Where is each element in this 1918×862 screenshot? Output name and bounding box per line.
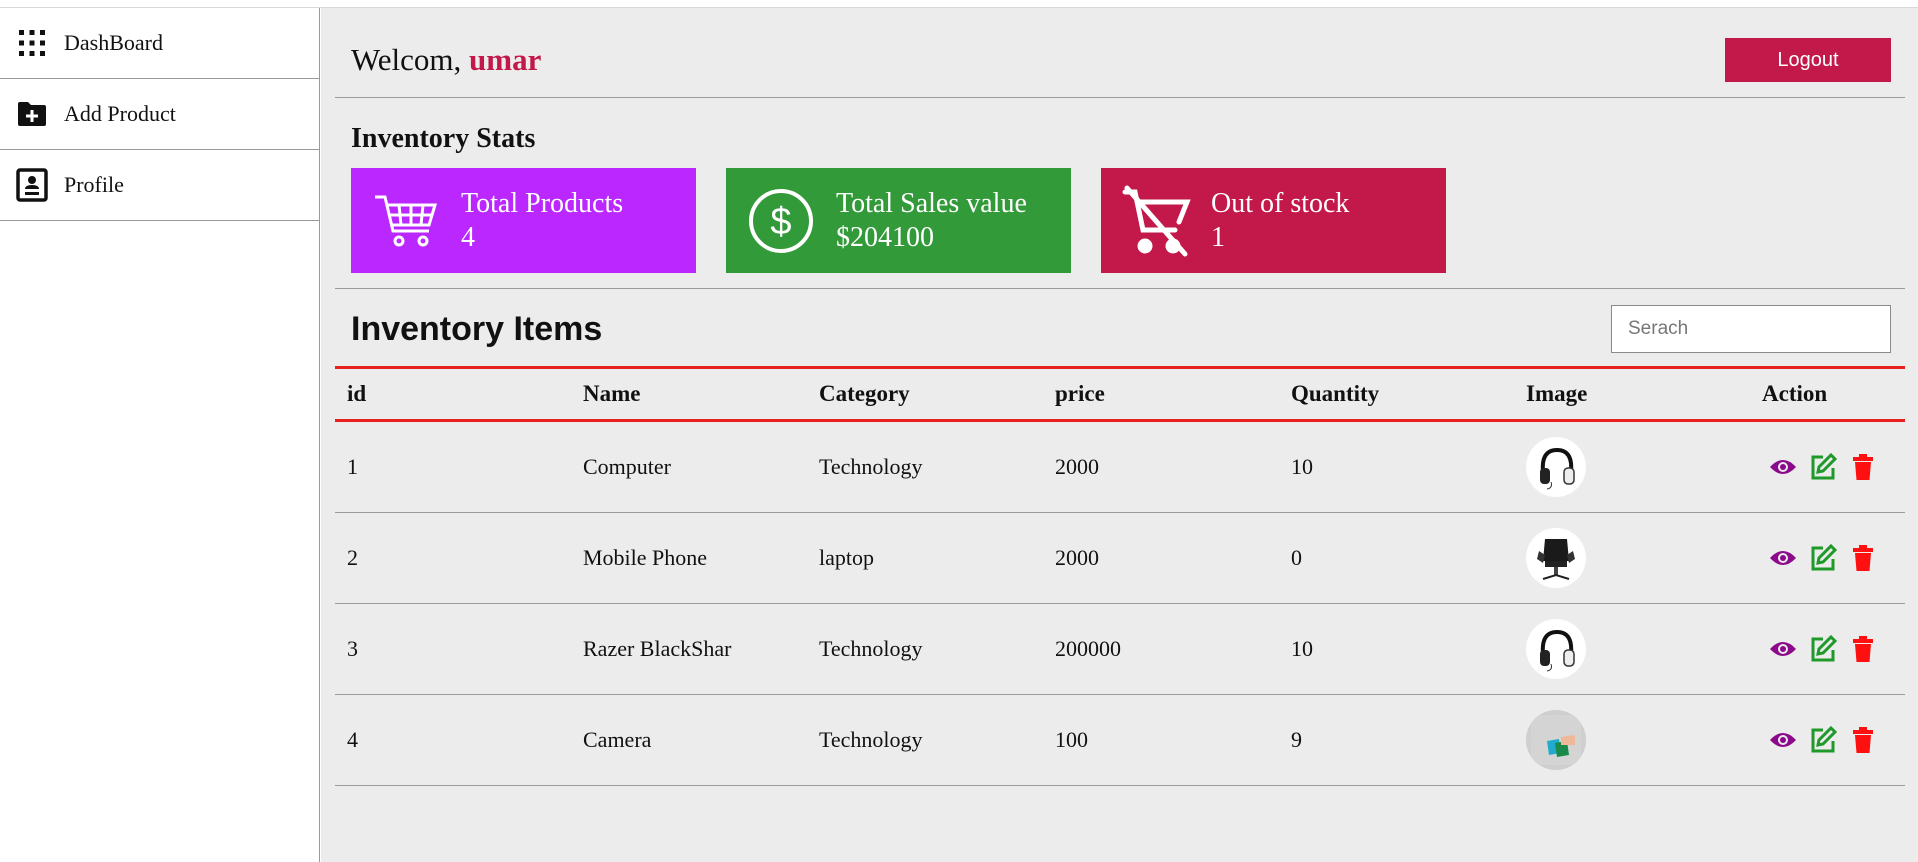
delete-icon[interactable]	[1848, 725, 1878, 755]
greeting-text: Welcom,	[351, 42, 462, 77]
cell-quantity: 9	[1291, 727, 1302, 752]
sidebar-item-profile[interactable]: Profile	[0, 150, 319, 221]
stats-title: Inventory Stats	[351, 123, 536, 154]
edit-icon[interactable]	[1808, 634, 1838, 664]
cart-icon	[351, 191, 461, 251]
stat-card-out-of-stock: Out of stock 1	[1101, 168, 1446, 273]
table-row: 1 Computer Technology 2000 10	[335, 422, 1905, 513]
delete-icon[interactable]	[1848, 543, 1878, 573]
table-row: 2 Mobile Phone laptop 2000 0	[335, 513, 1905, 604]
view-icon[interactable]	[1768, 634, 1798, 664]
cell-name: Razer BlackShar	[583, 636, 732, 661]
sidebar: DashBoard Add Product Profile	[0, 8, 320, 862]
view-icon[interactable]	[1768, 543, 1798, 573]
stat-value: $204100	[836, 221, 934, 253]
svg-text:$: $	[770, 201, 791, 243]
cell-category: laptop	[819, 545, 874, 570]
cell-id: 4	[347, 727, 358, 752]
stat-card-total-sales: $ Total Sales value $204100	[726, 168, 1071, 273]
view-icon[interactable]	[1768, 725, 1798, 755]
table-row: 4 Camera Technology 100 9	[335, 695, 1905, 786]
cell-name: Mobile Phone	[583, 545, 708, 570]
table-header: id Name Category price Quantity Image Ac…	[335, 366, 1905, 422]
main-content: Welcom, umar Logout Inventory Stats Tota…	[321, 8, 1918, 862]
inventory-title: Inventory Items	[351, 310, 603, 348]
column-header-quantity: Quantity	[1291, 381, 1380, 406]
product-image-shopping-bags	[1526, 710, 1586, 770]
cell-price: 2000	[1055, 545, 1099, 570]
cell-actions	[1750, 634, 1905, 664]
cell-image	[1514, 528, 1750, 588]
grid-icon	[16, 27, 48, 59]
cell-name: Camera	[583, 727, 652, 752]
logout-button[interactable]: Logout	[1725, 38, 1891, 82]
cell-price: 100	[1055, 727, 1088, 752]
product-image-gaming-chair	[1526, 528, 1586, 588]
sidebar-item-dashboard[interactable]: DashBoard	[0, 8, 319, 79]
cell-image	[1514, 619, 1750, 679]
cell-quantity: 10	[1291, 454, 1313, 479]
delete-icon[interactable]	[1848, 634, 1878, 664]
cell-category: Technology	[819, 454, 923, 479]
edit-icon[interactable]	[1808, 725, 1838, 755]
cell-quantity: 0	[1291, 545, 1302, 570]
cell-price: 2000	[1055, 454, 1099, 479]
cell-name: Computer	[583, 454, 671, 479]
product-image-headphones	[1526, 619, 1586, 679]
table-row: 3 Razer BlackShar Technology 200000 10	[335, 604, 1905, 695]
cell-category: Technology	[819, 727, 923, 752]
column-header-action: Action	[1762, 381, 1828, 406]
cell-id: 3	[347, 636, 358, 661]
edit-icon[interactable]	[1808, 543, 1838, 573]
stat-value: 4	[461, 221, 475, 253]
column-header-category: Category	[819, 381, 910, 406]
stat-card-total-products: Total Products 4	[351, 168, 696, 273]
dollar-icon: $	[726, 187, 836, 255]
inventory-table: id Name Category price Quantity Image Ac…	[335, 366, 1905, 786]
cell-price: 200000	[1055, 636, 1121, 661]
sidebar-item-label: DashBoard	[64, 30, 163, 55]
cell-id: 1	[347, 454, 358, 479]
view-icon[interactable]	[1768, 452, 1798, 482]
folder-plus-icon	[16, 98, 48, 130]
welcome-message: Welcom, umar	[351, 42, 541, 78]
edit-icon[interactable]	[1808, 452, 1838, 482]
cell-id: 2	[347, 545, 358, 570]
stat-label: Total Products	[461, 187, 624, 219]
column-header-id: id	[347, 381, 367, 406]
stat-value: 1	[1211, 221, 1225, 253]
stat-label: Out of stock	[1211, 187, 1350, 219]
cell-actions	[1750, 725, 1905, 755]
sidebar-item-label: Profile	[64, 172, 124, 197]
delete-icon[interactable]	[1848, 452, 1878, 482]
column-header-name: Name	[583, 381, 641, 406]
header: Welcom, umar Logout	[335, 8, 1905, 98]
profile-card-icon	[16, 168, 48, 202]
stat-label: Total Sales value	[836, 187, 1027, 219]
cell-quantity: 10	[1291, 636, 1313, 661]
product-image-headphones	[1526, 437, 1586, 497]
username: umar	[469, 42, 542, 77]
cart-off-icon	[1101, 184, 1211, 258]
cell-actions	[1750, 543, 1905, 573]
section-divider	[335, 288, 1905, 289]
search-input[interactable]	[1611, 305, 1891, 353]
cell-category: Technology	[819, 636, 923, 661]
column-header-price: price	[1055, 381, 1105, 406]
column-header-image: Image	[1526, 381, 1588, 406]
sidebar-item-add-product[interactable]: Add Product	[0, 79, 319, 150]
cell-actions	[1750, 452, 1905, 482]
cell-image	[1514, 437, 1750, 497]
sidebar-item-label: Add Product	[64, 101, 176, 126]
top-border	[0, 0, 1918, 8]
cell-image	[1514, 710, 1750, 770]
